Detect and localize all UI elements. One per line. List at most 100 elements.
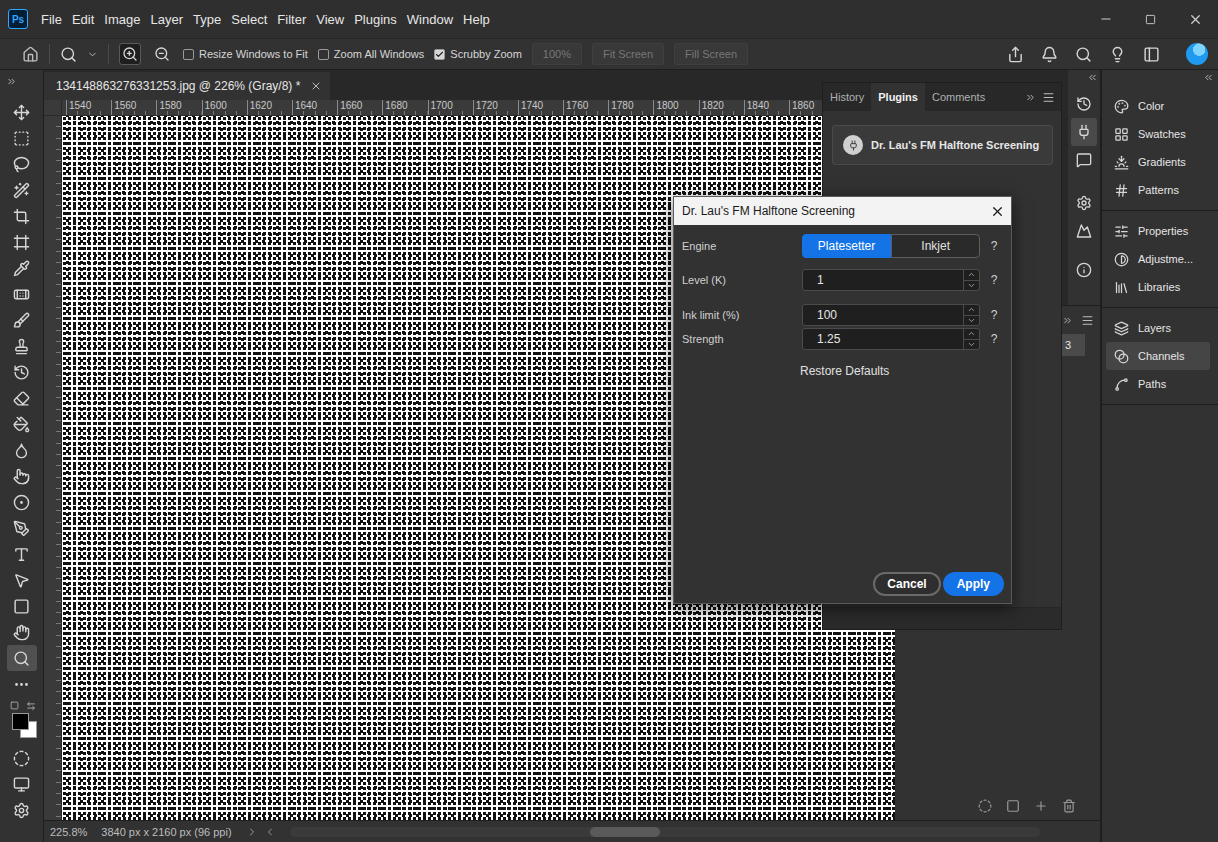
tool-button[interactable]	[7, 359, 37, 385]
workspace-icon[interactable]	[1143, 46, 1160, 63]
collapse-icon[interactable]	[1203, 72, 1214, 83]
tool-button[interactable]	[7, 203, 37, 229]
panel-tab[interactable]: Comments	[925, 83, 992, 111]
segment-button[interactable]: Platesetter	[802, 234, 891, 258]
strip-button[interactable]	[1071, 146, 1097, 174]
maximize-button[interactable]	[1128, 0, 1173, 38]
panel-item[interactable]: Paths	[1106, 370, 1210, 398]
menu-item[interactable]: View	[311, 12, 349, 27]
field-value[interactable]: 100	[803, 305, 963, 325]
tool-button[interactable]	[7, 333, 37, 359]
strip-button[interactable]	[1071, 256, 1097, 284]
increment-button[interactable]	[964, 305, 979, 315]
new-icon[interactable]	[1034, 799, 1048, 813]
tool-button[interactable]	[7, 177, 37, 203]
checkbox[interactable]	[318, 49, 329, 60]
option-button[interactable]: Fit Screen	[592, 43, 664, 65]
zoom-tool-icon[interactable]	[60, 46, 77, 63]
panel-item[interactable]: Libraries	[1106, 273, 1210, 301]
collapse-icon[interactable]	[1087, 72, 1098, 83]
menu-item[interactable]: Plugins	[349, 12, 402, 27]
panel-item[interactable]: Color	[1106, 92, 1210, 120]
panel-item[interactable]: Patterns	[1106, 176, 1210, 204]
search-icon[interactable]	[1075, 46, 1092, 63]
help-button[interactable]: ?	[984, 239, 1004, 253]
strip-button[interactable]	[1071, 118, 1097, 146]
decrement-button[interactable]	[964, 280, 979, 291]
screen-mode-button[interactable]	[7, 771, 37, 797]
more-tabs-icon[interactable]	[1025, 92, 1036, 103]
menu-item[interactable]: Filter	[272, 12, 311, 27]
tool-button[interactable]	[7, 385, 37, 411]
increment-button[interactable]	[964, 329, 979, 339]
chevron-right-icon[interactable]	[246, 826, 258, 838]
option-checkbox[interactable]: Resize Windows to Fit	[183, 48, 308, 60]
tool-button[interactable]	[7, 255, 37, 281]
option-button[interactable]: 100%	[532, 43, 582, 65]
tool-button[interactable]	[7, 593, 37, 619]
panel-tab[interactable]: Plugins	[871, 83, 925, 111]
panel-item[interactable]: Gradients	[1106, 148, 1210, 176]
horizontal-scrollbar[interactable]	[290, 827, 1040, 837]
panel-item[interactable]: Channels	[1106, 342, 1210, 370]
minimize-button[interactable]	[1083, 0, 1128, 38]
tool-button[interactable]	[7, 151, 37, 177]
default-colors[interactable]	[10, 701, 19, 710]
menu-item[interactable]: Window	[402, 12, 458, 27]
panel-item[interactable]: Layers	[1106, 314, 1210, 342]
home-icon[interactable]	[22, 46, 39, 63]
menu-item[interactable]: Edit	[67, 12, 99, 27]
menu-item[interactable]: Select	[226, 12, 272, 27]
checkbox[interactable]	[183, 49, 194, 60]
panel-menu-icon[interactable]	[1042, 91, 1055, 104]
foreground-swatch[interactable]	[12, 713, 29, 730]
trash-icon[interactable]	[1062, 799, 1076, 813]
tool-button[interactable]	[7, 411, 37, 437]
field-value[interactable]: 1.25	[803, 329, 963, 349]
option-checkbox[interactable]: Scrubby Zoom	[434, 48, 522, 60]
menu-item[interactable]: Help	[458, 12, 495, 27]
strip-button[interactable]	[1071, 189, 1097, 217]
tool-button[interactable]	[7, 645, 37, 671]
account-avatar[interactable]	[1186, 43, 1208, 65]
document-tab[interactable]: 134148863276331253.jpg @ 226% (Gray/8) *	[44, 72, 330, 100]
tool-button[interactable]	[7, 281, 37, 307]
menu-item[interactable]: Image	[99, 12, 145, 27]
menu-item[interactable]: Layer	[146, 12, 189, 27]
tool-button[interactable]	[7, 437, 37, 463]
option-checkbox[interactable]: Zoom All Windows	[318, 48, 424, 60]
option-button[interactable]: Fill Screen	[674, 43, 748, 65]
lightbulb-icon[interactable]	[1109, 46, 1126, 63]
decrement-button[interactable]	[964, 339, 979, 350]
edit-toolbar-button[interactable]	[7, 797, 37, 823]
field-value[interactable]: 1	[803, 270, 963, 290]
swap-colors[interactable]	[26, 701, 36, 711]
bell-icon[interactable]	[1041, 46, 1058, 63]
number-field[interactable]: 1.25	[802, 328, 980, 350]
tool-button[interactable]	[7, 307, 37, 333]
restore-defaults-link[interactable]: Restore Defaults	[682, 364, 1004, 378]
panel-item[interactable]: Adjustme...	[1106, 245, 1210, 273]
decrement-button[interactable]	[964, 315, 979, 326]
number-field[interactable]: 100	[802, 304, 980, 326]
menu-item[interactable]: Type	[188, 12, 226, 27]
share-icon[interactable]	[1007, 46, 1024, 63]
segment-button[interactable]: Inkjet	[891, 234, 980, 258]
expand-icon[interactable]	[6, 76, 17, 87]
help-button[interactable]: ?	[984, 332, 1004, 346]
apply-button[interactable]: Apply	[943, 572, 1004, 596]
scroll-left-icon[interactable]	[264, 826, 276, 838]
panel-menu-icon[interactable]	[1081, 314, 1094, 327]
zoom-level[interactable]: 225.8%	[50, 826, 87, 838]
increment-button[interactable]	[964, 270, 979, 280]
quick-mask-button[interactable]	[7, 745, 37, 771]
panel-tab[interactable]: History	[823, 83, 871, 111]
mask-icon[interactable]	[1006, 799, 1020, 813]
tool-button[interactable]	[7, 541, 37, 567]
number-field[interactable]: 1	[802, 269, 980, 291]
checkbox[interactable]	[434, 49, 445, 60]
expand-icon[interactable]	[1062, 315, 1073, 326]
tool-button[interactable]	[7, 99, 37, 125]
zoom-mode-button[interactable]	[119, 43, 141, 65]
strip-button[interactable]	[1071, 217, 1097, 245]
